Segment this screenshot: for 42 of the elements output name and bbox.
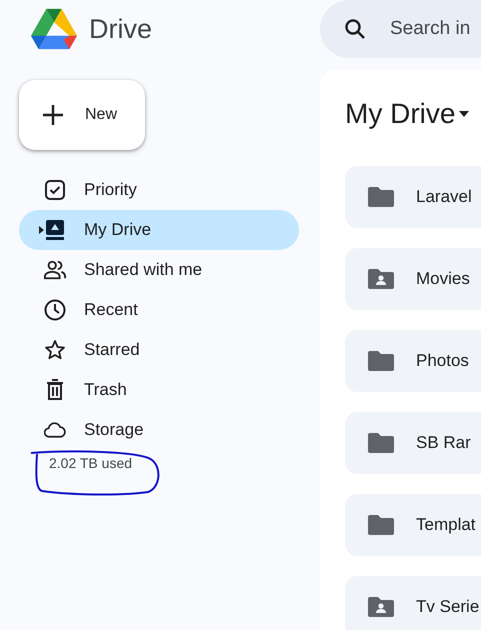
folder-icon xyxy=(368,187,394,207)
new-button[interactable]: New xyxy=(19,80,145,150)
sidebar-item[interactable]: Priority xyxy=(19,170,299,210)
cloud-icon xyxy=(44,421,66,439)
sidebar-item[interactable]: Starred xyxy=(19,330,299,370)
shared-folder-icon xyxy=(368,597,394,617)
search-field[interactable]: Search in xyxy=(320,0,481,58)
folder-icon xyxy=(368,515,394,535)
drive-icon xyxy=(44,219,66,241)
app-title: Drive xyxy=(89,14,152,44)
folder-name: Movies xyxy=(416,269,470,289)
sidebar-item[interactable]: Trash xyxy=(19,370,299,410)
sidebar-item[interactable]: Shared with me xyxy=(19,250,299,290)
folder-card[interactable]: Templat xyxy=(345,494,481,556)
caret-icon[interactable] xyxy=(39,226,44,234)
dropdown-caret-icon[interactable] xyxy=(459,111,470,117)
folder-card[interactable]: Laravel xyxy=(345,166,481,228)
storage-used-text: 2.02 TB used xyxy=(49,455,132,471)
folder-name: Templat xyxy=(416,515,476,535)
folder-icon xyxy=(368,351,394,371)
plus-icon xyxy=(41,103,65,127)
folder-card[interactable]: SB Rar xyxy=(345,412,481,474)
folder-card[interactable]: Movies xyxy=(345,248,481,310)
trash-icon xyxy=(46,379,64,401)
folder-name: Photos xyxy=(416,351,469,371)
checkbox-icon xyxy=(44,179,66,201)
search-icon xyxy=(344,18,366,40)
folder-icon xyxy=(368,433,394,453)
sidebar-item[interactable]: Recent xyxy=(19,290,299,330)
folder-card[interactable]: Tv Serie xyxy=(345,576,481,630)
people-icon xyxy=(44,260,66,280)
folder-card[interactable]: Photos xyxy=(345,330,481,392)
shared-folder-icon xyxy=(368,269,394,289)
page-title: My Drive xyxy=(345,98,456,130)
clock-icon xyxy=(44,299,66,321)
folder-name: SB Rar xyxy=(416,433,471,453)
folder-name: Laravel xyxy=(416,187,472,207)
star-icon xyxy=(44,339,66,361)
folder-name: Tv Serie xyxy=(416,597,480,617)
sidebar-item[interactable]: Storage xyxy=(19,410,299,450)
sidebar-item[interactable]: My Drive xyxy=(19,210,299,250)
drive-logo-icon xyxy=(31,8,77,50)
